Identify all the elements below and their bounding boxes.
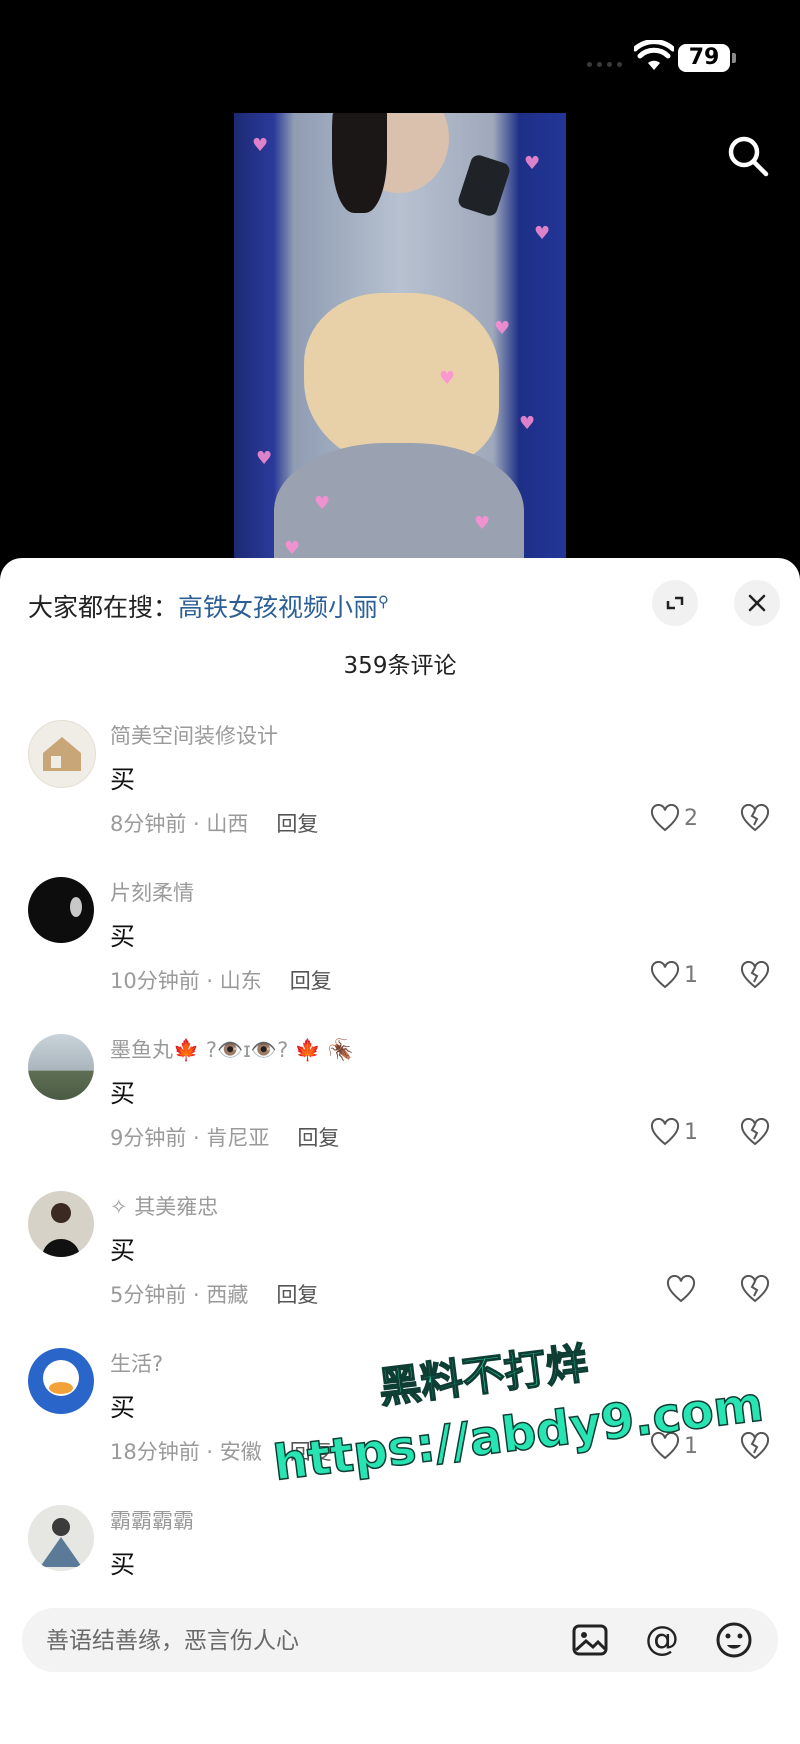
reply-button[interactable]: 回复 [276, 1283, 318, 1307]
avatar[interactable] [28, 720, 96, 788]
broken-heart-icon [740, 961, 770, 989]
expand-button[interactable] [652, 580, 698, 626]
status-bar: 79 [0, 0, 800, 110]
comment-meta: 10分钟前 · 山东 回复 [110, 965, 332, 995]
comment-count: 359条评论 [343, 653, 457, 679]
avatar[interactable] [28, 877, 94, 943]
reply-button[interactable]: 回复 [290, 969, 332, 993]
comment-text: 买 [110, 765, 136, 794]
heart-sticker-icon: ♥ [439, 368, 456, 389]
search-small-icon: ⚲ [378, 592, 390, 611]
like-count: 1 [684, 962, 698, 988]
heart-sticker-icon: ♥ [534, 223, 551, 244]
close-icon [748, 594, 766, 612]
broken-heart-icon [740, 804, 770, 832]
heart-sticker-icon: ♥ [252, 135, 269, 156]
like-button[interactable] [666, 1275, 700, 1303]
avatar[interactable] [28, 1191, 94, 1257]
comment-input-bar: @ [22, 1608, 778, 1672]
heart-sticker-icon: ♥ [284, 538, 301, 559]
image-icon[interactable] [570, 1620, 610, 1660]
dislike-button[interactable] [740, 1432, 770, 1464]
svg-text:@: @ [645, 1620, 679, 1659]
comment-item: 墨鱼丸🍁 ?👁️ɪ👁️? 🍁 🪳 买 9分钟前 · 肯尼亚 回复 1 [0, 1034, 800, 1189]
comment-time-location: 18分钟前 · 安徽 [110, 1440, 262, 1464]
comment-meta: 8分钟前 · 山西 回复 [110, 808, 318, 838]
comment-text: 买 [110, 922, 136, 951]
like-button[interactable]: 2 [650, 804, 698, 832]
hot-search-bar[interactable]: 大家都在搜：高铁女孩视频小丽⚲ [28, 588, 389, 624]
comment-text: 买 [110, 1393, 136, 1422]
broken-heart-icon [740, 1118, 770, 1146]
comment-meta: 5分钟前 · 西藏 回复 [110, 1279, 318, 1309]
emoji-icon[interactable] [714, 1620, 754, 1660]
comment-username[interactable]: 片刻柔情 [110, 877, 194, 907]
reply-button[interactable]: 回复 [297, 1126, 339, 1150]
battery-indicator: 79 [678, 44, 736, 72]
like-count: 1 [684, 1119, 698, 1145]
mention-icon[interactable]: @ [642, 1620, 682, 1660]
comment-text: 买 [110, 1236, 136, 1265]
comment-time-location: 10分钟前 · 山东 [110, 969, 262, 993]
comment-meta: 9分钟前 · 肯尼亚 回复 [110, 1122, 339, 1152]
avatar[interactable] [28, 1348, 94, 1414]
comment-item: ✧ 其美雍忠 买 5分钟前 · 西藏 回复 [0, 1191, 800, 1346]
broken-heart-icon [740, 1432, 770, 1460]
avatar[interactable] [28, 1505, 94, 1571]
comment-sheet: 大家都在搜：高铁女孩视频小丽⚲ 359条评论 简美空间装修设计 买 8分钟前 ·… [0, 558, 800, 1744]
comment-time-location: 5分钟前 · 西藏 [110, 1283, 249, 1307]
heart-sticker-icon: ♥ [524, 153, 541, 174]
dislike-button[interactable] [740, 961, 770, 993]
signal-icon [587, 62, 622, 67]
heart-icon [666, 1275, 696, 1303]
heart-sticker-icon: ♥ [494, 318, 511, 339]
comment-username[interactable]: 霸霸霸霸 [110, 1505, 194, 1535]
heart-icon [650, 961, 680, 989]
heart-sticker-icon: ♥ [256, 448, 273, 469]
comment-time-location: 9分钟前 · 肯尼亚 [110, 1126, 270, 1150]
comment-item: 片刻柔情 买 10分钟前 · 山东 回复 1 [0, 877, 800, 1032]
comment-item: 简美空间装修设计 买 8分钟前 · 山西 回复 2 [0, 720, 800, 875]
comment-input[interactable] [44, 1618, 548, 1664]
expand-icon [666, 596, 684, 610]
heart-icon [650, 804, 680, 832]
comment-username[interactable]: 墨鱼丸🍁 ?👁️ɪ👁️? 🍁 🪳 [110, 1034, 354, 1064]
dislike-button[interactable] [740, 804, 770, 836]
search-icon[interactable] [722, 130, 774, 182]
comment-text: 买 [110, 1550, 136, 1579]
wifi-icon [634, 40, 674, 70]
like-count: 2 [684, 805, 698, 831]
hot-search-keyword[interactable]: 高铁女孩视频小丽 [178, 593, 378, 622]
comment-text: 买 [110, 1079, 136, 1108]
comment-username[interactable]: 简美空间装修设计 [110, 720, 278, 750]
avatar[interactable] [28, 1034, 94, 1100]
heart-sticker-icon: ♥ [519, 413, 536, 434]
heart-sticker-icon: ♥ [314, 493, 331, 514]
video-player[interactable]: ♥ ♥ ♥ ♥ ♥ ♥ ♥ ♥ ♥ ♥ [234, 113, 566, 563]
broken-heart-icon [740, 1275, 770, 1303]
like-button[interactable]: 1 [650, 1118, 698, 1146]
comment-username[interactable]: 生活? [110, 1348, 163, 1378]
dislike-button[interactable] [740, 1118, 770, 1150]
comment-time-location: 8分钟前 · 山西 [110, 812, 249, 836]
like-button[interactable]: 1 [650, 961, 698, 989]
close-button[interactable] [734, 580, 780, 626]
heart-sticker-icon: ♥ [474, 513, 491, 534]
dislike-button[interactable] [740, 1275, 770, 1307]
heart-icon [650, 1118, 680, 1146]
comment-username[interactable]: ✧ 其美雍忠 [110, 1191, 218, 1221]
reply-button[interactable]: 回复 [276, 812, 318, 836]
